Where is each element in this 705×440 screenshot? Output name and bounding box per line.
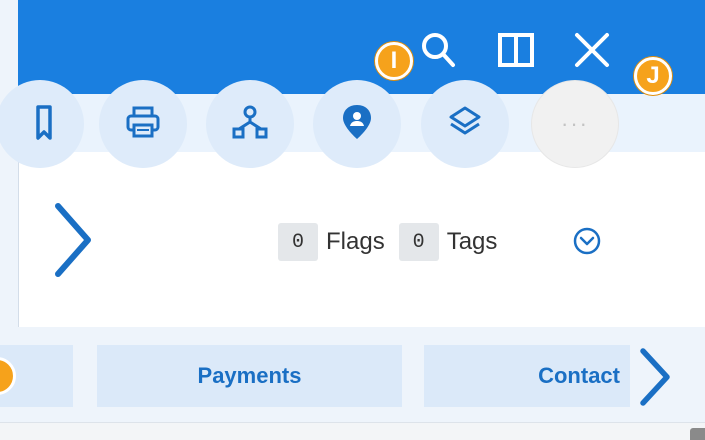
print-icon — [123, 102, 163, 147]
tab-contact[interactable]: Contact — [424, 345, 630, 407]
chevron-down-circle-icon — [573, 227, 601, 255]
tab-payments-label: Payments — [197, 363, 302, 388]
more-icon: ··· — [561, 111, 589, 136]
app-panel: ··· I J 0 Flags 0 Tags Payments Contact — [0, 0, 705, 440]
badge-i: I — [375, 42, 413, 80]
content-area-edge — [0, 422, 705, 440]
badge-j: J — [634, 57, 672, 95]
tab-payments[interactable]: Payments — [97, 345, 402, 407]
search-icon[interactable] — [416, 28, 460, 72]
tab-contact-label: Contact — [538, 363, 620, 388]
location-icon — [337, 102, 377, 147]
flags-label[interactable]: Flags — [326, 228, 385, 256]
expand-details-button[interactable] — [572, 226, 602, 256]
chevron-right-icon — [55, 203, 91, 277]
chevron-right-icon — [640, 348, 670, 406]
bookmark-icon — [20, 102, 60, 147]
next-record-arrow[interactable] — [48, 200, 98, 280]
tabs-scroll-right[interactable] — [634, 345, 674, 409]
flags-count: 0 — [278, 223, 318, 261]
tags-count: 0 — [398, 223, 439, 261]
split-view-icon[interactable] — [494, 28, 538, 72]
flags-tags-summary: 0 Flags 0 Tags — [278, 222, 497, 262]
layers-icon — [445, 102, 485, 147]
close-icon[interactable] — [570, 28, 614, 72]
tags-label[interactable]: Tags — [447, 228, 498, 256]
hierarchy-icon — [230, 102, 270, 147]
scrollbar-thumb[interactable] — [690, 428, 705, 440]
